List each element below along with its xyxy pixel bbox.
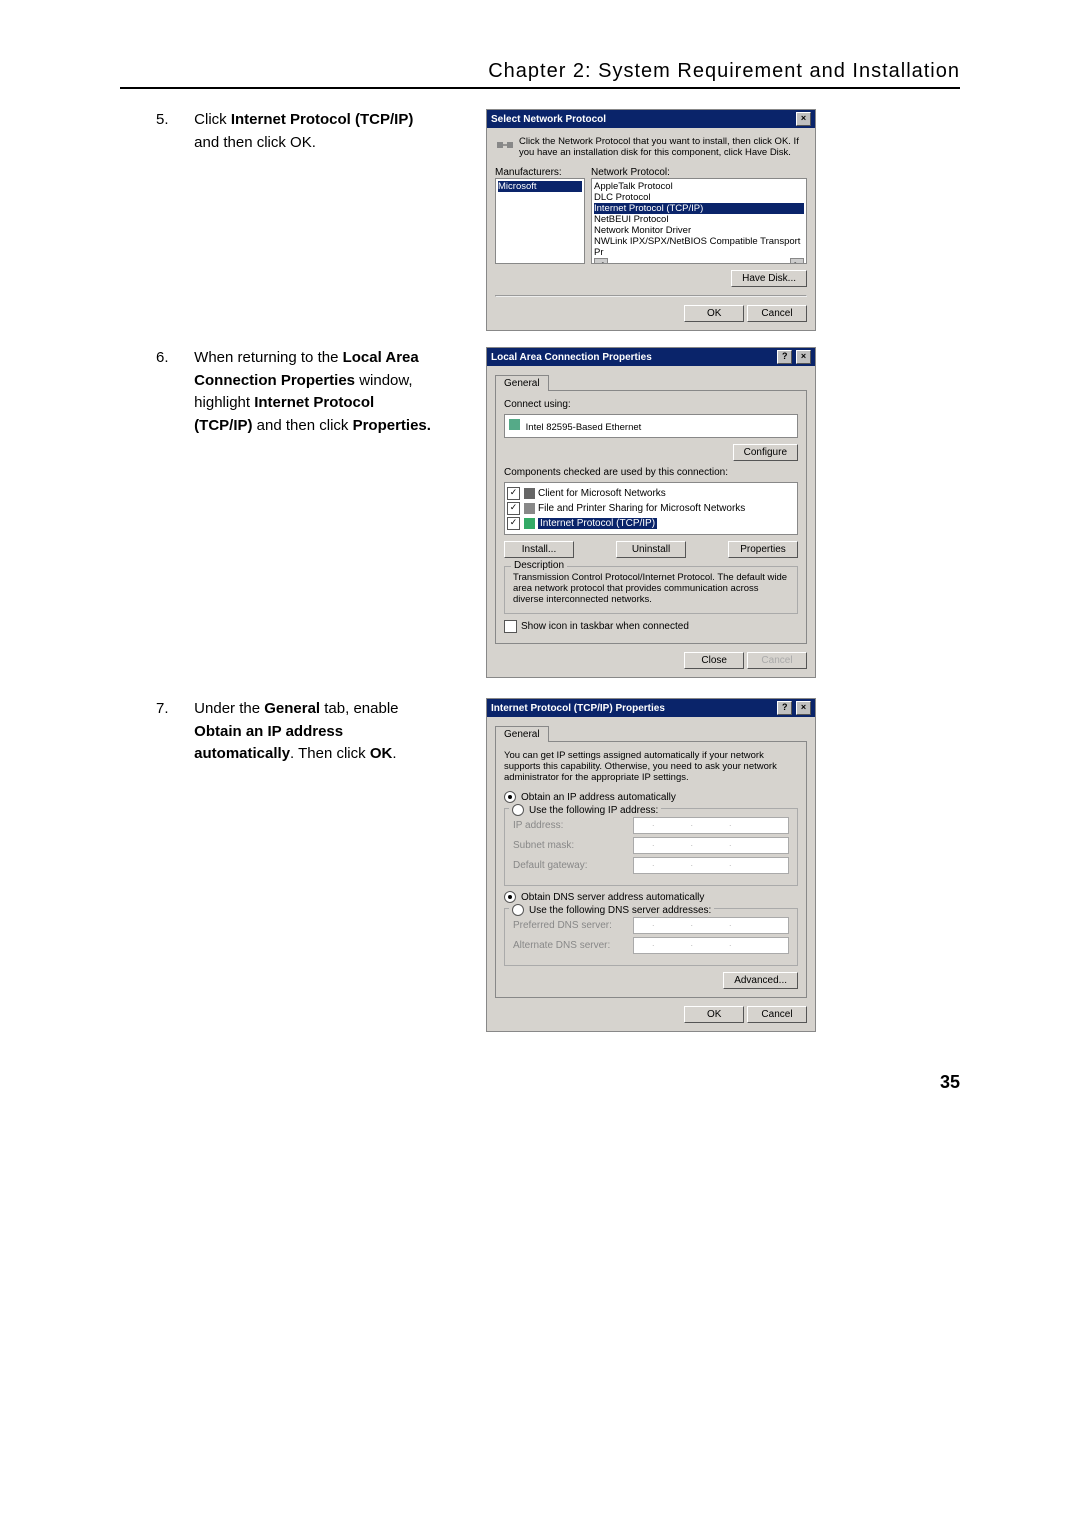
pref-dns-input: ... bbox=[633, 917, 789, 934]
alt-dns-input: ... bbox=[633, 937, 789, 954]
tcpip-description: You can get IP settings assigned automat… bbox=[504, 750, 798, 783]
radio-icon bbox=[512, 804, 524, 816]
ip-address-label: IP address: bbox=[513, 820, 633, 831]
radio-obtain-dns-auto[interactable]: Obtain DNS server address automatically bbox=[504, 891, 798, 903]
close-icon[interactable]: × bbox=[796, 350, 811, 364]
close-button[interactable]: Close bbox=[684, 652, 744, 669]
adapter-icon bbox=[509, 419, 520, 430]
checkbox-icon[interactable]: ✓ bbox=[507, 487, 520, 500]
radio-use-dns[interactable]: Use the following DNS server addresses: bbox=[509, 904, 714, 916]
manufacturers-list[interactable]: Microsoft bbox=[495, 178, 585, 264]
step-number: 6. bbox=[156, 347, 190, 370]
checkbox-icon[interactable] bbox=[504, 620, 517, 633]
advanced-button[interactable]: Advanced... bbox=[723, 972, 798, 989]
connect-using-label: Connect using: bbox=[504, 399, 798, 410]
gateway-input: ... bbox=[633, 857, 789, 874]
gateway-label: Default gateway: bbox=[513, 860, 633, 871]
protocol-list[interactable]: AppleTalk Protocol DLC Protocol Internet… bbox=[591, 178, 807, 264]
lan-properties-dialog: Local Area Connection Properties ? × Gen… bbox=[486, 347, 816, 678]
cancel-button[interactable]: Cancel bbox=[747, 1006, 807, 1023]
radio-icon bbox=[504, 891, 516, 903]
ok-button[interactable]: OK bbox=[684, 1006, 744, 1023]
subnet-label: Subnet mask: bbox=[513, 840, 633, 851]
components-list[interactable]: ✓ Client for Microsoft Networks ✓ File and… bbox=[504, 482, 798, 535]
radio-icon bbox=[504, 791, 516, 803]
list-item[interactable]: AppleTalk Protocol bbox=[594, 181, 804, 192]
uninstall-button[interactable]: Uninstall bbox=[616, 541, 686, 558]
scroll-right-icon[interactable]: ▸ bbox=[790, 258, 804, 264]
close-icon[interactable]: × bbox=[796, 112, 811, 126]
help-icon[interactable]: ? bbox=[777, 350, 792, 364]
install-button[interactable]: Install... bbox=[504, 541, 574, 558]
scroll-left-icon[interactable]: ◂ bbox=[594, 258, 608, 264]
help-icon[interactable]: ? bbox=[777, 701, 792, 715]
subnet-input: ... bbox=[633, 837, 789, 854]
list-item[interactable]: Internet Protocol (TCP/IP) bbox=[538, 518, 657, 529]
radio-use-ip[interactable]: Use the following IP address: bbox=[509, 804, 661, 816]
description-text: Transmission Control Protocol/Internet P… bbox=[513, 572, 789, 605]
properties-button[interactable]: Properties bbox=[728, 541, 798, 558]
configure-button[interactable]: Configure bbox=[733, 444, 798, 461]
cancel-button: Cancel bbox=[747, 652, 807, 669]
tcpip-properties-dialog: Internet Protocol (TCP/IP) Properties ? … bbox=[486, 698, 816, 1032]
page-number: 35 bbox=[120, 1072, 960, 1093]
pref-dns-label: Preferred DNS server: bbox=[513, 920, 633, 931]
protocol-icon bbox=[524, 518, 535, 529]
share-icon bbox=[524, 503, 535, 514]
tab-general[interactable]: General bbox=[495, 375, 549, 391]
show-icon-label: Show icon in taskbar when connected bbox=[521, 621, 689, 632]
cancel-button[interactable]: Cancel bbox=[747, 305, 807, 322]
list-item[interactable]: Client for Microsoft Networks bbox=[538, 488, 666, 499]
manufacturers-label: Manufacturers: bbox=[495, 167, 585, 178]
list-item[interactable]: Network Monitor Driver bbox=[594, 225, 804, 236]
list-item[interactable]: NetBEUI Protocol bbox=[594, 214, 804, 225]
select-network-protocol-dialog: Select Network Protocol × Click the Netw… bbox=[486, 109, 816, 331]
dialog-title: Internet Protocol (TCP/IP) Properties bbox=[491, 703, 665, 714]
have-disk-button[interactable]: Have Disk... bbox=[731, 270, 807, 287]
ip-address-input: ... bbox=[633, 817, 789, 834]
step-number: 5. bbox=[156, 109, 190, 132]
dialog-title: Local Area Connection Properties bbox=[491, 352, 652, 363]
dialog-title: Select Network Protocol bbox=[491, 114, 606, 125]
radio-icon bbox=[512, 904, 524, 916]
step6-text: When returning to the Local Area Connect… bbox=[194, 347, 434, 437]
network-icon bbox=[495, 136, 519, 159]
description-label: Description bbox=[511, 560, 567, 571]
step-number: 7. bbox=[156, 698, 190, 721]
checkbox-icon[interactable]: ✓ bbox=[507, 517, 520, 530]
radio-obtain-ip-auto[interactable]: Obtain an IP address automatically bbox=[504, 791, 798, 803]
list-item[interactable]: DLC Protocol bbox=[594, 192, 804, 203]
chapter-header: Chapter 2: System Requirement and Instal… bbox=[120, 60, 960, 89]
components-label: Components checked are used by this conn… bbox=[504, 467, 798, 478]
step7-text: Under the General tab, enable Obtain an … bbox=[194, 698, 434, 766]
protocol-label: Network Protocol: bbox=[591, 167, 807, 178]
ok-button[interactable]: OK bbox=[684, 305, 744, 322]
list-item[interactable]: NWLink IPX/SPX/NetBIOS Compatible Transp… bbox=[594, 236, 804, 258]
list-item[interactable]: Internet Protocol (TCP/IP) bbox=[594, 203, 804, 214]
client-icon bbox=[524, 488, 535, 499]
close-icon[interactable]: × bbox=[796, 701, 811, 715]
alt-dns-label: Alternate DNS server: bbox=[513, 940, 633, 951]
adapter-field: Intel 82595-Based Ethernet bbox=[504, 414, 798, 438]
dialog-description: Click the Network Protocol that you want… bbox=[519, 136, 807, 159]
list-item[interactable]: Microsoft bbox=[498, 181, 582, 192]
tab-general[interactable]: General bbox=[495, 726, 549, 742]
step5-text: Click Internet Protocol (TCP/IP) and the… bbox=[194, 109, 434, 154]
list-item[interactable]: File and Printer Sharing for Microsoft N… bbox=[538, 503, 745, 514]
checkbox-icon[interactable]: ✓ bbox=[507, 502, 520, 515]
